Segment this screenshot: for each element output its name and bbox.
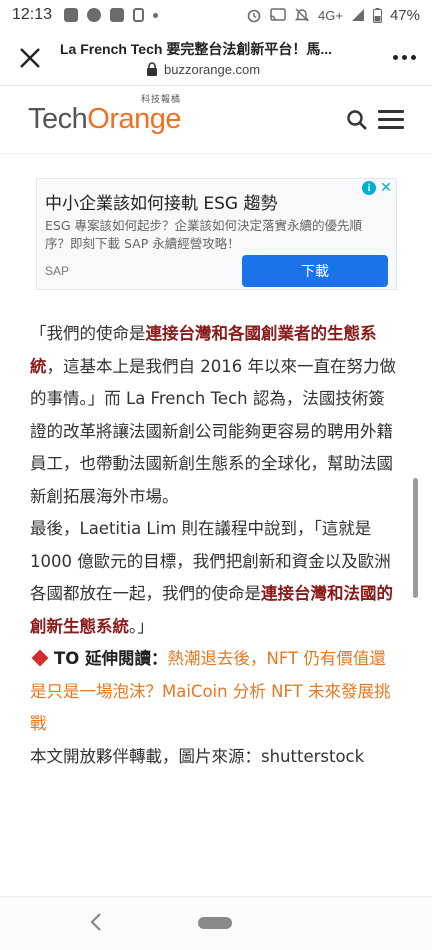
cast-icon xyxy=(270,8,286,21)
status-time: 12:13 xyxy=(12,6,53,23)
ad-title: 中小企業該如何接軌 ESG 趨勢 xyxy=(45,194,278,214)
further-reading-label: TO 延伸閱讀： xyxy=(54,649,168,668)
notification-icons xyxy=(64,8,159,22)
paragraph: 「我們的使命是連接台灣和各國創業者的生態系統，這基本上是我們自 2016 年以來… xyxy=(30,324,396,506)
more-vert-icon xyxy=(392,55,398,60)
page-info[interactable]: La French Tech 要完整台法創新平台！馬... buzzorange… xyxy=(60,39,376,77)
ad-controls: i ✕ xyxy=(362,181,393,195)
techorange-logo[interactable]: Tech Orange 科技報橘 xyxy=(28,95,181,136)
ad-description: ESG 專案該如何起步？企業該如何決定落實永續的優先順序？即刻下載 SAP 永續… xyxy=(45,218,362,251)
paragraph: 本文開放夥伴轉載，圖片來源：shutterstock xyxy=(30,746,365,766)
page-url: buzzorange.com xyxy=(164,61,261,77)
page-title: La French Tech 要完整台法創新平台！馬... xyxy=(60,40,332,57)
paragraph: 最後，Laetitia Lim 則在議程中說到，「這就是 1000 億歐元的目標… xyxy=(30,519,393,636)
back-icon[interactable] xyxy=(86,911,108,933)
more-options-button[interactable] xyxy=(376,30,432,86)
android-icon xyxy=(64,8,79,22)
logo-orange-text: Orange xyxy=(87,103,181,135)
close-icon xyxy=(20,47,40,68)
search-icon[interactable] xyxy=(346,109,368,131)
ad-info-icon[interactable]: i xyxy=(362,181,376,195)
alarm-icon xyxy=(247,9,261,23)
mute-icon xyxy=(294,8,310,22)
logo-chinese-text: 科技報橘 xyxy=(140,95,181,105)
logo-tech-text: Tech xyxy=(28,103,88,135)
android-icon xyxy=(110,8,125,22)
more-notifications-icon xyxy=(153,12,159,18)
menu-icon[interactable] xyxy=(378,110,404,129)
further-reading: TO 延伸閱讀：熱潮退去後，NFT 仍有價值還是只是一場泡沫？MaiCoin 分… xyxy=(30,643,400,741)
lock-icon xyxy=(147,62,157,76)
battery-icon xyxy=(372,7,382,23)
home-pill-icon[interactable] xyxy=(198,917,232,929)
advertisement[interactable]: i ✕ 中小企業該如何接軌 ESG 趨勢 ESG 專案該如何起步？企業該如何決定… xyxy=(36,178,397,290)
system-nav-bar xyxy=(0,896,432,950)
system-icons: 4G+ 47% xyxy=(246,7,420,24)
scrollbar[interactable] xyxy=(413,478,418,598)
chat-bubble-icon xyxy=(87,8,102,22)
battery-percent: 47% xyxy=(389,6,420,24)
browser-toolbar: La French Tech 要完整台法創新平台！馬... buzzorange… xyxy=(0,30,432,86)
status-bar: 12:13 4G+ 47% xyxy=(0,0,432,30)
ad-source: SAP xyxy=(45,264,70,278)
ad-download-button[interactable]: 下載 xyxy=(242,255,388,287)
network-type: 4G+ xyxy=(318,7,343,23)
diamond-icon xyxy=(31,649,49,666)
site-header: Tech Orange 科技報橘 xyxy=(0,86,432,154)
ad-close-icon[interactable]: ✕ xyxy=(379,181,393,195)
close-tab-button[interactable] xyxy=(0,30,60,86)
article-body: 「我們的使命是連接台灣和各國創業者的生態系統，這基本上是我們自 2016 年以來… xyxy=(30,318,400,773)
clipboard-icon xyxy=(133,8,145,22)
signal-icon xyxy=(351,9,364,21)
